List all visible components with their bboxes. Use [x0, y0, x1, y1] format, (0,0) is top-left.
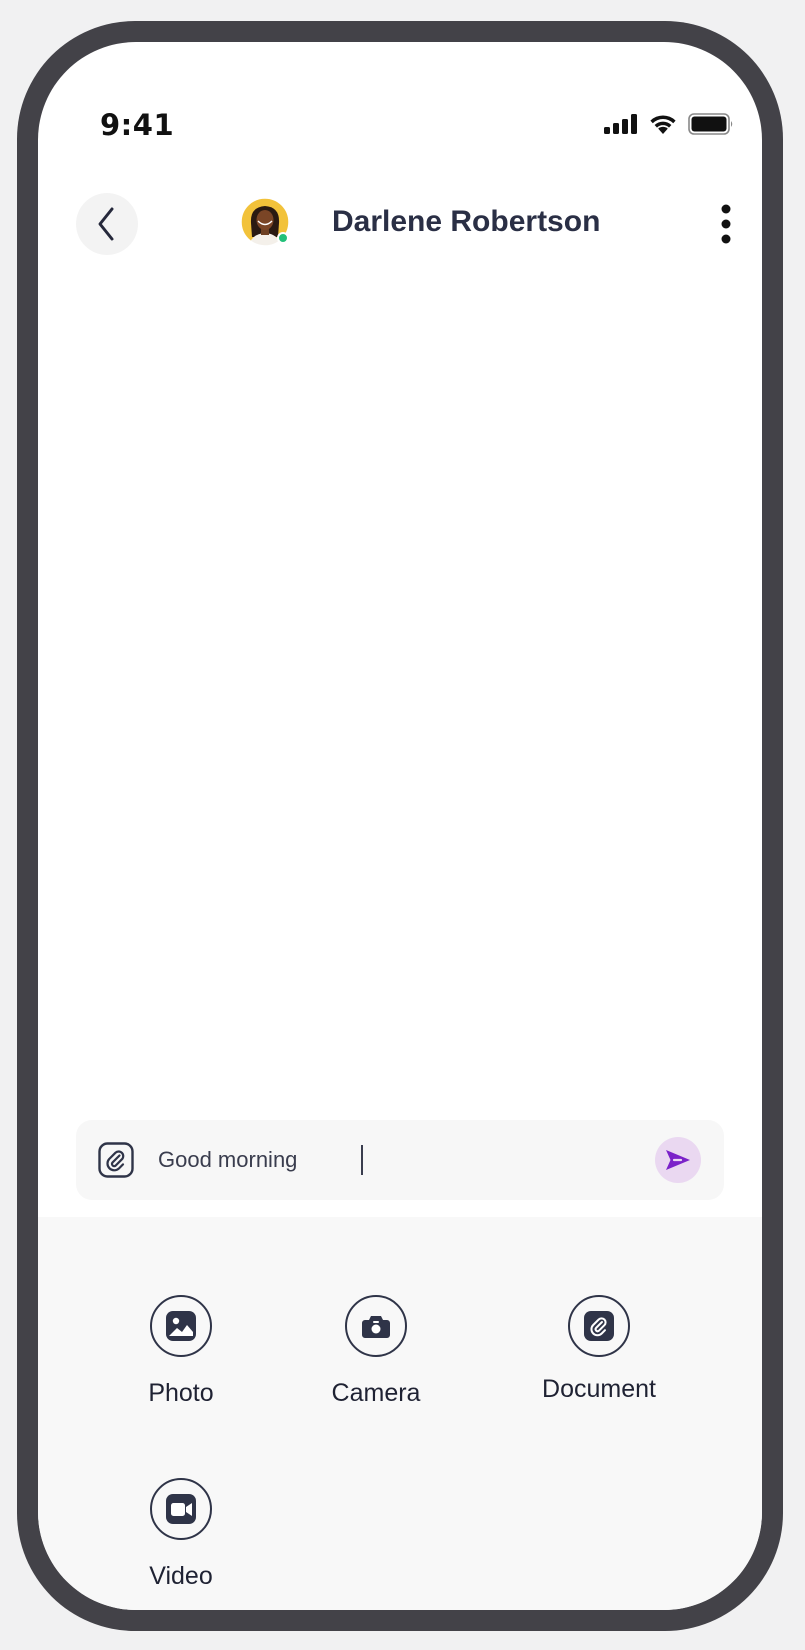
- document-option-label: Document: [542, 1375, 656, 1403]
- attachment-panel: Photo Camera Document Video: [38, 1217, 762, 1610]
- status-time: 9:41: [100, 108, 175, 142]
- camera-icon: [362, 1316, 390, 1338]
- video-camera-icon: [166, 1494, 196, 1524]
- contact-name[interactable]: Darlene Robertson: [332, 205, 600, 239]
- video-option-label: Video: [149, 1562, 213, 1590]
- image-icon: [166, 1311, 196, 1341]
- document-option-circle: [568, 1295, 630, 1357]
- status-icons: [604, 113, 734, 135]
- send-icon: [666, 1150, 690, 1170]
- more-options-button[interactable]: [708, 202, 744, 246]
- camera-option-label: Camera: [331, 1379, 421, 1407]
- attach-button[interactable]: [98, 1142, 134, 1178]
- phone-frame: 9:41 Darlene Robertson Good morning Phot…: [17, 21, 783, 1631]
- attach-video-option[interactable]: Video: [91, 1478, 271, 1591]
- attach-photo-option[interactable]: Photo: [91, 1295, 271, 1408]
- attach-camera-option[interactable]: Camera: [286, 1295, 466, 1408]
- contact-avatar[interactable]: [240, 197, 290, 247]
- screen: 9:41 Darlene Robertson Good morning Phot…: [38, 42, 762, 1610]
- send-button[interactable]: [655, 1137, 701, 1183]
- more-vertical-icon: [721, 204, 731, 244]
- message-input[interactable]: [158, 1138, 598, 1182]
- photo-option-circle: [150, 1295, 212, 1357]
- attachment-icon: [98, 1142, 134, 1178]
- photo-option-label: Photo: [148, 1379, 214, 1407]
- chevron-left-icon: [98, 207, 114, 241]
- wifi-icon: [650, 115, 676, 134]
- cellular-signal-icon: [604, 114, 637, 134]
- camera-option-circle: [345, 1295, 407, 1357]
- battery-icon: [688, 113, 733, 135]
- document-link-icon: [584, 1311, 614, 1341]
- message-composer: [76, 1120, 724, 1200]
- attach-document-option[interactable]: Document: [509, 1295, 689, 1404]
- video-option-circle: [150, 1478, 212, 1540]
- text-cursor: [361, 1145, 363, 1175]
- online-status-dot: [277, 232, 289, 244]
- back-button[interactable]: [76, 193, 138, 255]
